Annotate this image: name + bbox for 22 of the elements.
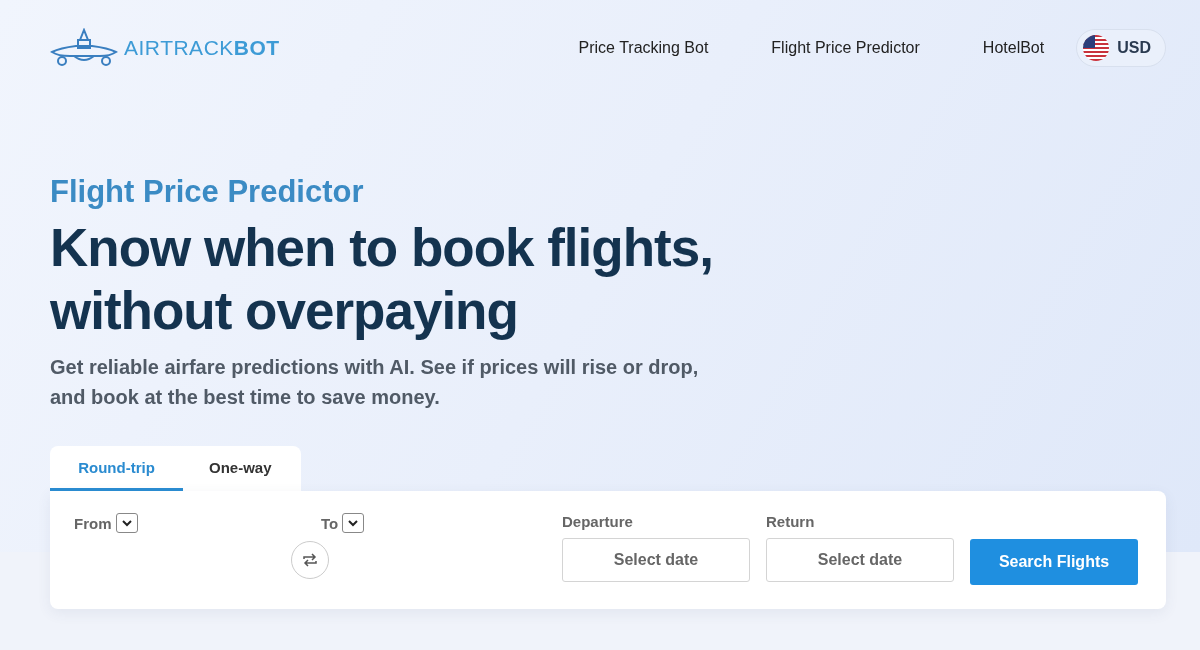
field-label: From <box>74 514 112 532</box>
hero-title: Know when to book flights, without overpaying <box>50 217 714 342</box>
flag-icon <box>1083 35 1110 61</box>
airplane-logo-icon <box>50 28 120 68</box>
hero-subtitle: Get reliable airfare predictions with AI. See if prices will rise or drop, and book at the best time to save money. <box>50 355 700 410</box>
swap-icon <box>302 552 318 568</box>
currency-button[interactable]: USD <box>1076 29 1166 67</box>
nav-link[interactable]: HotelBot <box>982 39 1045 57</box>
field-label: Departure <box>562 513 634 530</box>
field-label: To <box>321 514 339 532</box>
swap-button[interactable] <box>291 541 329 579</box>
hero-eyebrow: Flight Price Predictor <box>50 174 365 210</box>
chevron-down-icon <box>121 519 132 527</box>
dropdown-toggle[interactable] <box>115 513 138 533</box>
chevron-down-icon <box>348 519 359 527</box>
field-label: Return <box>766 513 816 530</box>
trip-type-tab[interactable]: One-way <box>183 446 298 491</box>
nav-link[interactable]: Flight Price Predictor <box>771 39 920 57</box>
date-field[interactable]: Select date <box>766 538 954 582</box>
date-field[interactable]: Select date <box>562 538 750 582</box>
dropdown-toggle[interactable] <box>342 513 365 533</box>
nav-link[interactable]: Price Tracking Bot <box>578 39 709 57</box>
